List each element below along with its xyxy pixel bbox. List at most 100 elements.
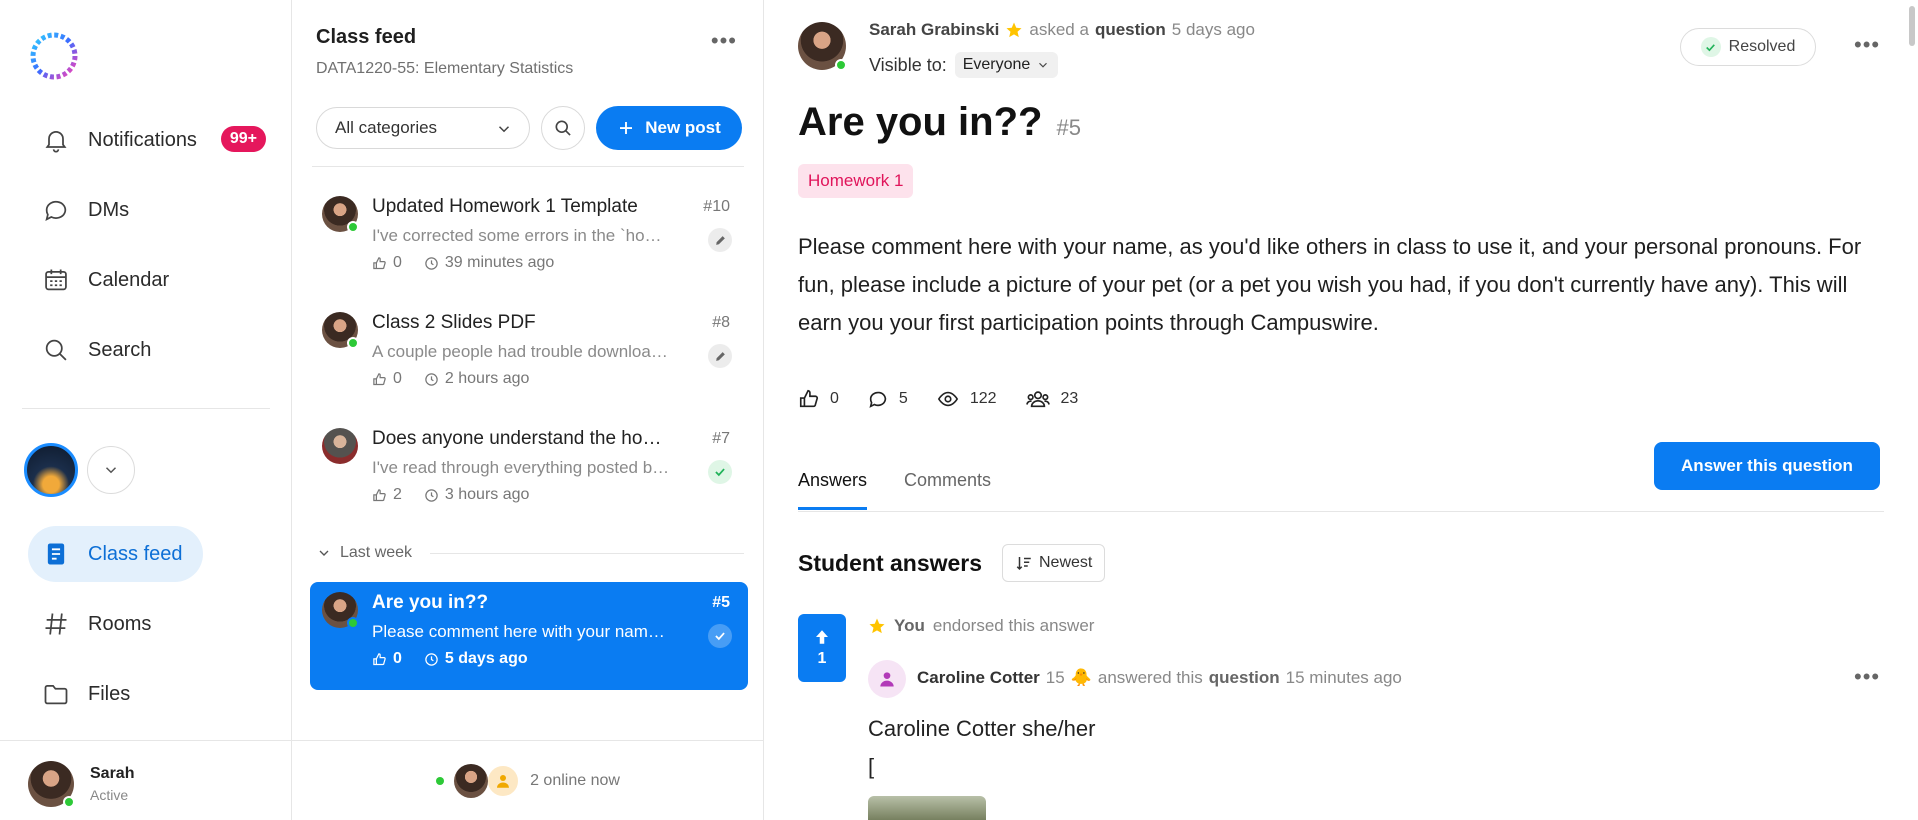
upvote-button[interactable]: 1: [798, 614, 846, 682]
avatar: [322, 312, 359, 349]
sidebar-divider: [22, 408, 270, 409]
answer-body: Caroline Cotter she/her [: [868, 710, 1095, 786]
sidebar-item-dms[interactable]: DMs: [28, 182, 278, 238]
post-meta: 2 3 hours ago: [372, 486, 529, 504]
author-name[interactable]: Sarah Grabinski: [869, 20, 999, 40]
scrollbar[interactable]: [1904, 0, 1918, 820]
post-title: Are you in??: [372, 592, 489, 613]
avatar: [322, 592, 359, 629]
post-title: Class 2 Slides PDF: [372, 312, 536, 333]
left-sidebar: Notifications 99+ DMs Calendar Search Cl…: [0, 0, 292, 820]
category-select-value: All categories: [335, 118, 438, 137]
participant-count: 23: [1060, 390, 1079, 407]
campuswire-logo-icon[interactable]: [28, 30, 80, 82]
online-status-dot: [347, 337, 359, 349]
action-object: question: [1094, 20, 1166, 39]
new-post-button[interactable]: New post: [596, 106, 742, 150]
comment-stat: 5: [867, 388, 908, 410]
like-count: 0: [393, 254, 402, 271]
sidebar-item-label: Class feed: [88, 542, 183, 565]
post-excerpt: A couple people had trouble downloading …: [372, 342, 674, 361]
category-select[interactable]: All categories: [316, 107, 530, 149]
online-status-dot: [347, 617, 359, 629]
answer-question-button[interactable]: Answer this question: [1654, 442, 1880, 490]
user-avatar-icon[interactable]: [868, 660, 906, 698]
clock-icon: [425, 372, 438, 386]
post-title: Are you in?? #5: [798, 100, 1081, 145]
star-icon: [869, 618, 885, 634]
sidebar-item-label: Rooms: [88, 612, 152, 635]
sidebar-item-class-feed[interactable]: Class feed: [28, 526, 203, 582]
post-number: #7: [712, 430, 730, 447]
check-icon: [1700, 37, 1721, 57]
visibility-select[interactable]: Everyone: [954, 52, 1059, 78]
class-switcher-button[interactable]: [87, 446, 135, 494]
search-icon: [555, 120, 571, 136]
sidebar-item-label: Search: [88, 338, 152, 361]
more-options-icon[interactable]: •••: [1854, 32, 1880, 58]
post-excerpt: I've read through everything posted but …: [372, 458, 674, 477]
answer-image[interactable]: [868, 796, 986, 820]
more-options-icon[interactable]: •••: [1854, 664, 1880, 690]
edit-icon: [708, 228, 732, 252]
user-status: Active: [90, 787, 129, 803]
like-count: 2: [393, 486, 402, 503]
thumbs-up-icon: [373, 488, 386, 501]
chevron-down-icon: [1039, 62, 1048, 68]
post-time: 39 minutes ago: [444, 254, 555, 271]
sort-button[interactable]: Newest: [1002, 544, 1106, 582]
online-status-dot: [835, 59, 847, 71]
chevron-down-icon: [498, 126, 510, 133]
avatar: [28, 761, 75, 808]
post-stats: 0 5 122 23: [798, 388, 1098, 410]
view-count: 122: [969, 390, 997, 407]
sidebar-item-label: Files: [88, 682, 131, 705]
feed-post[interactable]: Updated Homework 1 Template #10 I've cor…: [310, 186, 748, 294]
chevron-down-icon: [105, 467, 117, 474]
feed-post-selected[interactable]: Are you in?? #5 Please comment here with…: [310, 582, 748, 690]
online-users-bar[interactable]: 2 online now: [292, 740, 764, 820]
post-meta: 0 2 hours ago: [372, 370, 529, 388]
post-time: 3 hours ago: [444, 486, 530, 503]
view-stat: 122: [936, 388, 997, 410]
post-time: 5 days ago: [1171, 20, 1255, 39]
resolved-button[interactable]: Resolved: [1680, 28, 1816, 66]
sidebar-item-label: Calendar: [88, 268, 170, 291]
action-object: question: [1208, 668, 1280, 687]
post-detail-panel: Sarah Grabinski asked a question 5 days …: [764, 0, 1918, 820]
resolved-label: Resolved: [1728, 38, 1796, 55]
feed-post[interactable]: Does anyone understand the homework? #7 …: [310, 418, 748, 526]
feed-post[interactable]: Class 2 Slides PDF #8 A couple people ha…: [310, 302, 748, 410]
avatar[interactable]: [798, 22, 847, 71]
post-time: 5 days ago: [444, 650, 528, 667]
category-tag[interactable]: Homework 1: [798, 164, 914, 198]
sidebar-item-notifications[interactable]: Notifications 99+: [28, 112, 278, 168]
post-author-line: Sarah Grabinski asked a question 5 days …: [869, 20, 1255, 40]
feed-search-button[interactable]: [541, 106, 585, 150]
hashtag-icon: [45, 613, 67, 635]
tab-answers[interactable]: Answers: [798, 470, 868, 510]
chick-emoji-icon: 🐥: [1070, 668, 1092, 687]
week-group-toggle[interactable]: Last week: [316, 544, 744, 562]
more-options-icon[interactable]: •••: [711, 28, 737, 54]
tab-comments[interactable]: Comments: [904, 470, 991, 507]
post-time: 2 hours ago: [444, 370, 530, 387]
course-name: DATA1220-55: Elementary Statistics: [316, 60, 574, 77]
like-stat[interactable]: 0: [798, 388, 839, 410]
class-avatar[interactable]: [24, 443, 78, 497]
sidebar-item-files[interactable]: Files: [28, 666, 278, 722]
answer-time: 15 minutes ago: [1285, 668, 1402, 687]
chevron-down-icon: [319, 550, 329, 556]
scrollbar-thumb[interactable]: [1909, 6, 1915, 46]
user-avatar-icon: [486, 763, 521, 798]
sidebar-item-search[interactable]: Search: [28, 322, 278, 378]
thumbs-up-icon: [373, 652, 386, 665]
post-title: Updated Homework 1 Template: [372, 196, 638, 217]
new-post-label: New post: [645, 118, 721, 137]
current-user[interactable]: Sarah Active: [0, 740, 292, 820]
week-group-label: Last week: [340, 544, 413, 561]
sidebar-item-calendar[interactable]: Calendar: [28, 252, 278, 308]
sidebar-item-label: DMs: [88, 198, 130, 221]
sidebar-item-rooms[interactable]: Rooms: [28, 596, 278, 652]
author-name[interactable]: Caroline Cotter: [917, 668, 1040, 688]
